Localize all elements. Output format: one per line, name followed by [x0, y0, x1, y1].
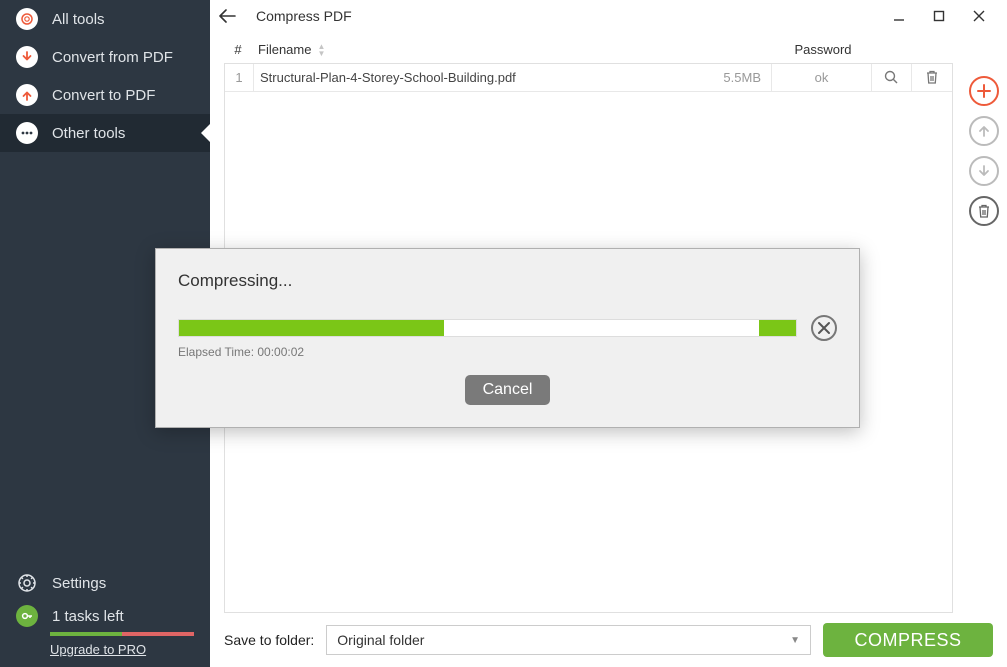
sort-icon: ▲▼ — [317, 43, 325, 57]
tasks-progress-bar — [50, 632, 194, 636]
page-title: Compress PDF — [256, 8, 352, 24]
minimize-button[interactable] — [879, 2, 919, 30]
upgrade-link[interactable]: Upgrade to PRO — [50, 642, 210, 657]
arrow-up-icon — [16, 84, 38, 106]
table-header: # Filename ▲▼ Password — [224, 36, 953, 64]
sidebar-item-label: Convert to PDF — [52, 87, 155, 104]
close-button[interactable] — [959, 2, 999, 30]
col-number-header[interactable]: # — [224, 42, 252, 57]
sidebar-item-convert-to-pdf[interactable]: Convert to PDF — [0, 76, 210, 114]
add-file-button[interactable] — [969, 76, 999, 106]
elapsed-time: Elapsed Time: 00:00:02 — [178, 345, 837, 359]
trash-icon — [977, 204, 991, 219]
key-icon — [16, 605, 38, 627]
side-toolbar — [961, 32, 1007, 613]
maximize-button[interactable] — [919, 2, 959, 30]
compress-button[interactable]: COMPRESS — [823, 623, 993, 657]
row-filename: Structural-Plan-4-Storey-School-Building… — [260, 70, 717, 85]
row-preview-button[interactable] — [872, 64, 912, 91]
move-up-button[interactable] — [969, 116, 999, 146]
sidebar-item-settings[interactable]: Settings — [0, 564, 210, 602]
col-password-header[interactable]: Password — [773, 42, 873, 57]
tasks-left: 1 tasks left — [0, 602, 210, 630]
arrow-up-icon — [977, 124, 991, 138]
chevron-down-icon: ▼ — [790, 635, 800, 646]
cancel-button[interactable]: Cancel — [465, 375, 551, 405]
back-button[interactable] — [218, 9, 238, 23]
titlebar: Compress PDF — [210, 0, 1007, 32]
row-number: 1 — [225, 70, 253, 85]
folder-select[interactable]: Original folder ▼ — [326, 625, 811, 655]
arrow-down-icon — [16, 46, 38, 68]
gear-icon — [16, 572, 38, 594]
row-delete-button[interactable] — [912, 64, 952, 91]
sidebar-item-label: Convert from PDF — [52, 49, 173, 66]
close-icon — [817, 321, 831, 335]
dots-icon — [16, 122, 38, 144]
progress-close-button[interactable] — [811, 315, 837, 341]
sidebar-item-label: Settings — [52, 575, 106, 592]
trash-icon — [925, 70, 939, 85]
plus-icon — [976, 83, 992, 99]
progress-title: Compressing... — [178, 271, 837, 291]
row-password: ok — [772, 64, 872, 91]
table-row[interactable]: 1 Structural-Plan-4-Storey-School-Buildi… — [225, 64, 952, 92]
sidebar-item-label: All tools — [52, 11, 105, 28]
progress-bar — [178, 319, 797, 337]
row-filesize: 5.5MB — [723, 70, 771, 85]
spiral-icon — [16, 8, 38, 30]
sidebar-item-all-tools[interactable]: All tools — [0, 0, 210, 38]
save-to-label: Save to folder: — [224, 632, 314, 648]
progress-dialog: Compressing... Elapsed Time: 00:00:02 Ca… — [155, 248, 860, 428]
folder-select-value: Original folder — [337, 632, 424, 648]
sidebar-item-convert-from-pdf[interactable]: Convert from PDF — [0, 38, 210, 76]
arrow-down-icon — [977, 164, 991, 178]
main: Compress PDF # Filename ▲▼ Password — [210, 0, 1007, 667]
search-icon — [884, 70, 899, 85]
clear-all-button[interactable] — [969, 196, 999, 226]
sidebar-item-label: Other tools — [52, 125, 125, 142]
tasks-left-label: 1 tasks left — [52, 608, 124, 625]
move-down-button[interactable] — [969, 156, 999, 186]
sidebar-item-other-tools[interactable]: Other tools — [0, 114, 210, 152]
col-filename-header[interactable]: Filename ▲▼ — [252, 42, 773, 57]
footer: Save to folder: Original folder ▼ COMPRE… — [210, 613, 1007, 667]
